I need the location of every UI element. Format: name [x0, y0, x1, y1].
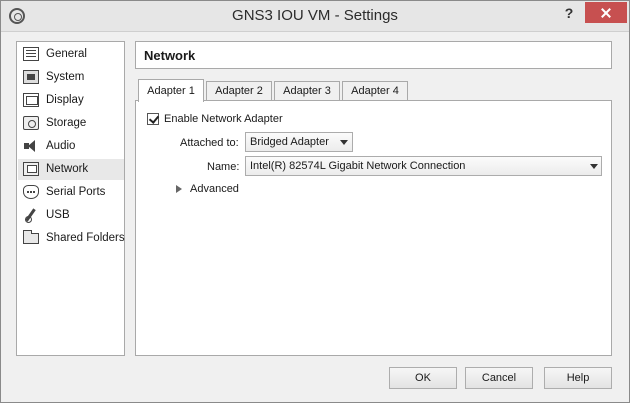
- storage-icon: [23, 116, 39, 130]
- chevron-down-icon: [340, 140, 348, 145]
- tab-adapter-2[interactable]: Adapter 2: [206, 81, 272, 101]
- audio-icon: [23, 139, 39, 153]
- section-header: Network: [135, 41, 612, 69]
- close-button[interactable]: [585, 2, 627, 23]
- name-label: Name:: [207, 161, 240, 173]
- usb-icon: [23, 208, 39, 223]
- sidebar-item-usb[interactable]: USB: [18, 205, 124, 226]
- advanced-toggle[interactable]: Advanced: [190, 183, 239, 195]
- sidebar-item-label: System: [46, 71, 85, 83]
- attached-to-label: Attached to:: [180, 137, 239, 149]
- general-icon: [23, 47, 39, 61]
- sidebar-item-network[interactable]: Network: [18, 159, 124, 180]
- folder-icon: [23, 230, 39, 244]
- sidebar-item-label: USB: [46, 209, 70, 221]
- tab-adapter-1[interactable]: Adapter 1: [138, 79, 204, 102]
- attached-to-dropdown[interactable]: Bridged Adapter: [245, 132, 353, 152]
- network-icon: [23, 162, 39, 176]
- sidebar-item-display[interactable]: Display: [18, 90, 124, 111]
- sidebar-item-label: Storage: [46, 117, 87, 129]
- chevron-down-icon: [590, 164, 598, 169]
- system-icon: [23, 70, 39, 84]
- serial-port-icon: [23, 185, 39, 199]
- window-title: GNS3 IOU VM - Settings: [232, 7, 398, 24]
- help-title-button[interactable]: ?: [561, 5, 577, 25]
- adapter-name-dropdown[interactable]: Intel(R) 82574L Gigabit Network Connecti…: [245, 156, 602, 176]
- adapter-name-value: Intel(R) 82574L Gigabit Network Connecti…: [250, 160, 466, 172]
- display-icon: [23, 93, 39, 107]
- sidebar-item-label: Audio: [46, 140, 76, 152]
- page-title: Network: [144, 48, 196, 63]
- settings-window: GNS3 IOU VM - Settings ? General System …: [0, 0, 630, 403]
- sidebar-item-label: Network: [46, 163, 89, 175]
- sidebar-item-label: Shared Folders: [46, 232, 125, 244]
- tab-adapter-4[interactable]: Adapter 4: [342, 81, 408, 101]
- adapter-panel: Enable Network Adapter Attached to: Brid…: [135, 100, 612, 356]
- sidebar-item-label: Display: [46, 94, 84, 106]
- sidebar-item-storage[interactable]: Storage: [18, 113, 124, 134]
- expand-arrow-icon[interactable]: [176, 185, 182, 193]
- tab-adapter-3[interactable]: Adapter 3: [274, 81, 340, 101]
- sidebar-item-shared-folders[interactable]: Shared Folders: [18, 228, 125, 249]
- sidebar-item-system[interactable]: System: [18, 67, 124, 88]
- sidebar-item-general[interactable]: General: [18, 44, 124, 65]
- sidebar-item-serial-ports[interactable]: Serial Ports: [18, 182, 124, 203]
- enable-adapter-label[interactable]: Enable Network Adapter: [164, 113, 283, 125]
- sidebar-item-label: Serial Ports: [46, 186, 106, 198]
- settings-sidebar: General System Display Storage Audio Net…: [16, 41, 125, 356]
- enable-adapter-checkbox[interactable]: [147, 113, 159, 125]
- sidebar-item-label: General: [46, 48, 87, 60]
- help-button[interactable]: Help: [544, 367, 612, 389]
- cancel-button[interactable]: Cancel: [465, 367, 533, 389]
- sidebar-item-audio[interactable]: Audio: [18, 136, 124, 157]
- attached-to-value: Bridged Adapter: [250, 136, 329, 148]
- title-bar: GNS3 IOU VM - Settings ?: [1, 1, 629, 32]
- ok-button[interactable]: OK: [389, 367, 457, 389]
